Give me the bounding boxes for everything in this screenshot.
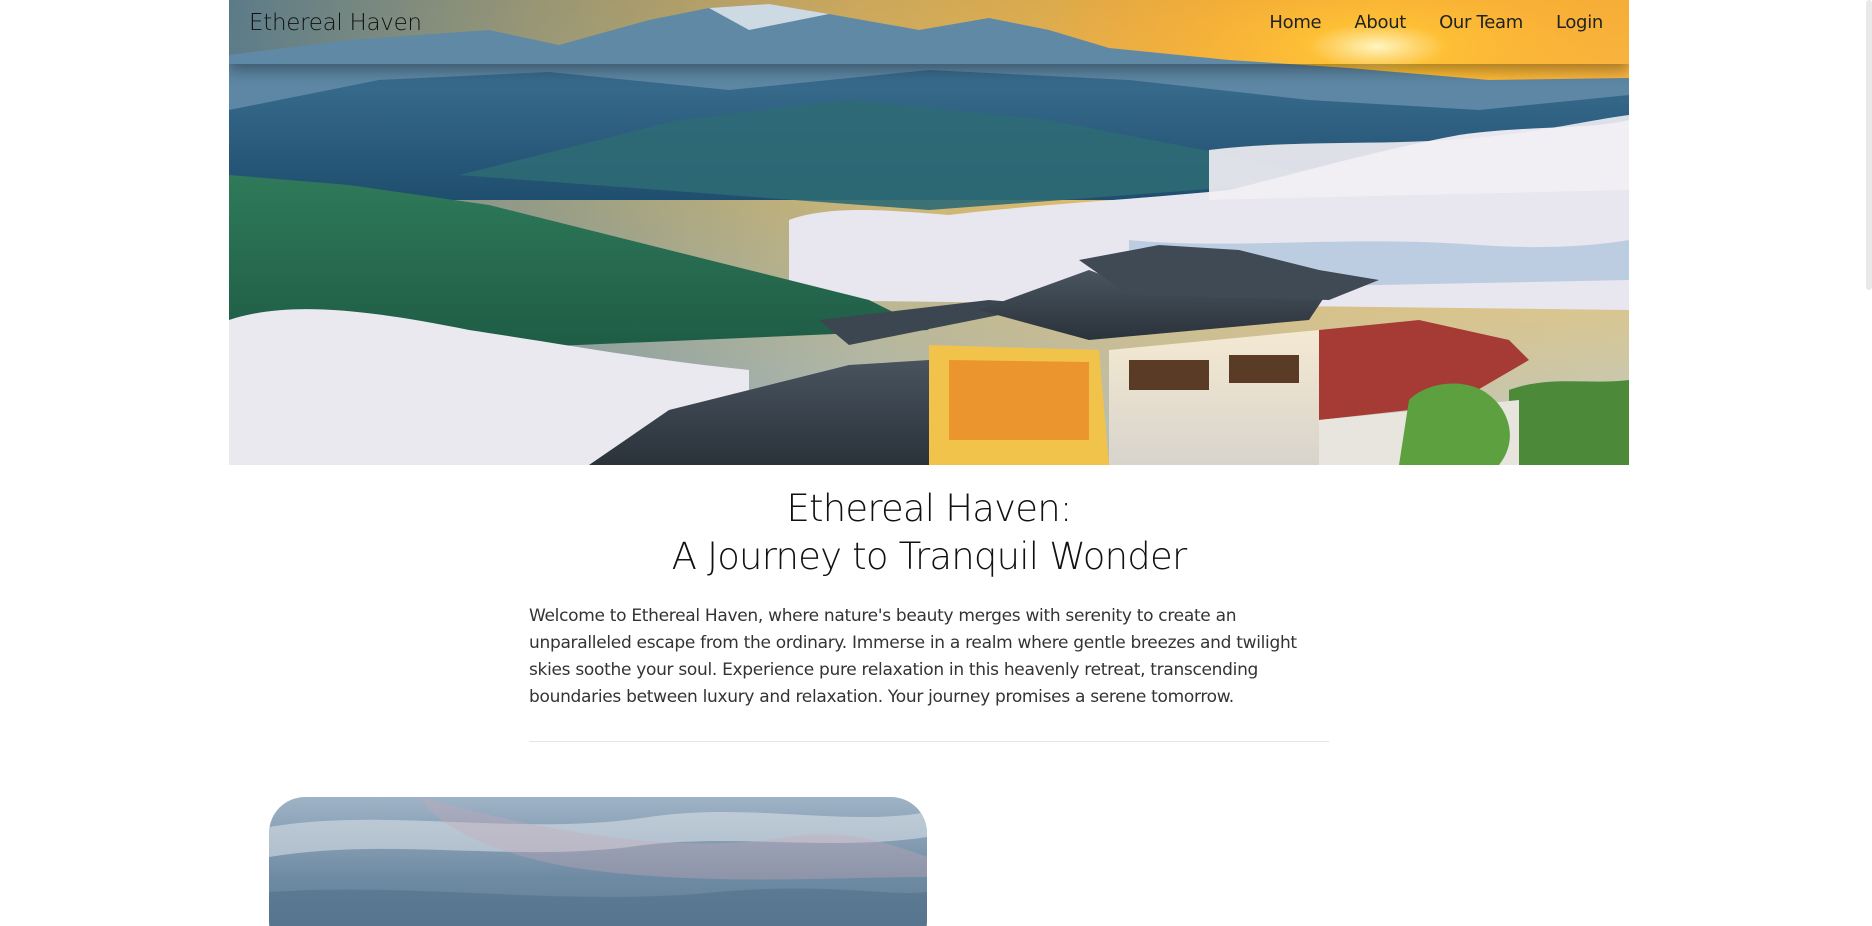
nav-our-team-link[interactable]: Our Team — [1439, 12, 1523, 33]
scrollbar[interactable] — [1866, 0, 1872, 290]
title-line-2: A Journey to Tranquil Wonder — [671, 535, 1188, 578]
brand-logo[interactable]: Ethereal Haven — [249, 10, 422, 36]
hero-image: Ethereal Haven Home About Our Team Login — [229, 0, 1629, 465]
title-line-1: Ethereal Haven: — [786, 487, 1072, 530]
sky-illustration — [269, 797, 927, 926]
nav-links: Home About Our Team Login — [1269, 12, 1603, 33]
divider — [529, 741, 1329, 742]
intro-paragraph: Welcome to Ethereal Haven, where nature'… — [529, 606, 1297, 707]
intro-section: Ethereal Haven: A Journey to Tranquil Wo… — [529, 485, 1329, 742]
page: Ethereal Haven Home About Our Team Login… — [229, 0, 1629, 926]
nav-login-link[interactable]: Login — [1556, 12, 1603, 33]
nav-home-link[interactable]: Home — [1269, 12, 1321, 33]
feature-card-image — [269, 797, 927, 926]
nav-about-link[interactable]: About — [1354, 12, 1406, 33]
page-title: Ethereal Haven: A Journey to Tranquil Wo… — [529, 485, 1329, 581]
hero-landscape-illustration — [229, 0, 1629, 465]
top-navbar: Ethereal Haven Home About Our Team Login — [229, 0, 1629, 64]
